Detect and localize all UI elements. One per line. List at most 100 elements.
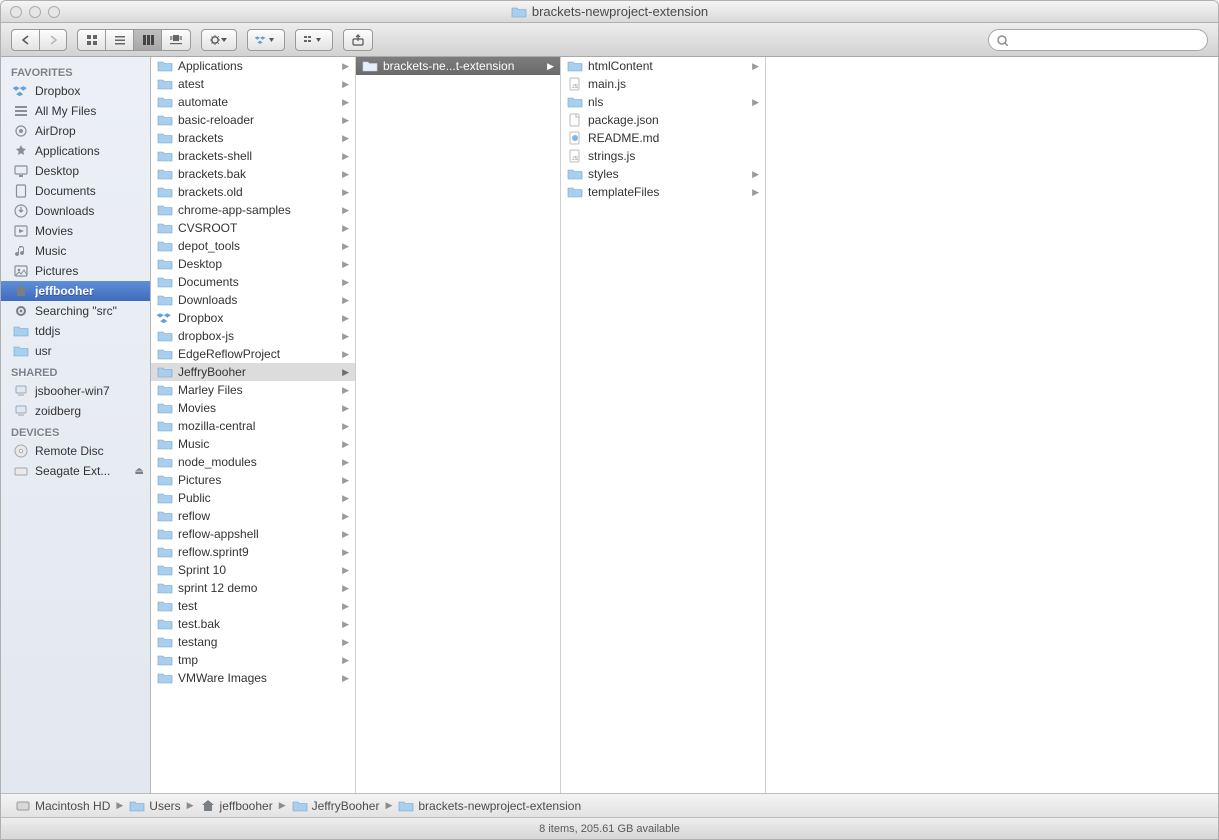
back-button[interactable] (11, 29, 39, 51)
file-row[interactable]: Movies▶ (151, 399, 355, 417)
sidebar-item[interactable]: Seagate Ext...⏏ (1, 461, 150, 481)
file-row[interactable]: reflow▶ (151, 507, 355, 525)
path-item[interactable]: jeffbooher (200, 798, 273, 814)
file-row[interactable]: atest▶ (151, 75, 355, 93)
file-row[interactable]: reflow-appshell▶ (151, 525, 355, 543)
sidebar-item[interactable]: AirDrop (1, 121, 150, 141)
file-row[interactable]: Downloads▶ (151, 291, 355, 309)
file-row[interactable]: brackets▶ (151, 129, 355, 147)
sidebar-item[interactable]: Downloads (1, 201, 150, 221)
titlebar: brackets-newproject-extension (1, 1, 1218, 23)
forward-button[interactable] (39, 29, 67, 51)
file-row[interactable]: testang▶ (151, 633, 355, 651)
search-input[interactable] (988, 29, 1208, 51)
home-icon (200, 798, 216, 814)
file-row[interactable]: dropbox-js▶ (151, 327, 355, 345)
file-row[interactable]: brackets.bak▶ (151, 165, 355, 183)
path-item[interactable]: Users (129, 798, 180, 814)
file-row[interactable]: node_modules▶ (151, 453, 355, 471)
status-bar: 8 items, 205.61 GB available (1, 817, 1218, 839)
file-row[interactable]: test.bak▶ (151, 615, 355, 633)
sidebar-item[interactable]: Remote Disc (1, 441, 150, 461)
sidebar-item[interactable]: Desktop (1, 161, 150, 181)
file-row[interactable]: Dropbox▶ (151, 309, 355, 327)
path-label: Users (149, 799, 180, 813)
zoom-button[interactable] (48, 6, 60, 18)
chevron-right-icon: ▶ (342, 187, 351, 198)
file-row[interactable]: basic-reloader▶ (151, 111, 355, 129)
sidebar-item[interactable]: usr (1, 341, 150, 361)
action-menu-button[interactable] (201, 29, 237, 51)
file-row[interactable]: styles▶ (561, 165, 765, 183)
file-row[interactable]: chrome-app-samples▶ (151, 201, 355, 219)
file-row[interactable]: automate▶ (151, 93, 355, 111)
file-row[interactable]: depot_tools▶ (151, 237, 355, 255)
file-row[interactable]: Pictures▶ (151, 471, 355, 489)
file-row[interactable]: templateFiles▶ (561, 183, 765, 201)
sidebar-item-label: Movies (35, 224, 144, 238)
chevron-right-icon: ▶ (342, 403, 351, 414)
sidebar-item-label: jeffbooher (35, 284, 144, 298)
view-icon-button[interactable] (77, 29, 105, 51)
sidebar-item[interactable]: Documents (1, 181, 150, 201)
gear-icon (13, 303, 29, 319)
sidebar-item[interactable]: Dropbox (1, 81, 150, 101)
search-field[interactable] (988, 29, 1208, 51)
file-row[interactable]: nls▶ (561, 93, 765, 111)
file-row[interactable]: Public▶ (151, 489, 355, 507)
file-row[interactable]: CVSROOT▶ (151, 219, 355, 237)
path-item[interactable]: JeffryBooher (292, 798, 380, 814)
file-row[interactable]: tmp▶ (151, 651, 355, 669)
path-item[interactable]: Macintosh HD (15, 798, 110, 814)
view-list-button[interactable] (105, 29, 133, 51)
file-row[interactable]: mozilla-central▶ (151, 417, 355, 435)
file-label: basic-reloader (178, 113, 337, 127)
music-icon (13, 243, 29, 259)
file-row[interactable]: EdgeReflowProject▶ (151, 345, 355, 363)
minimize-button[interactable] (29, 6, 41, 18)
sidebar-item[interactable]: All My Files (1, 101, 150, 121)
file-row[interactable]: sprint 12 demo▶ (151, 579, 355, 597)
path-label: brackets-newproject-extension (418, 799, 581, 813)
sidebar-item[interactable]: tddjs (1, 321, 150, 341)
sidebar-item[interactable]: Searching "src" (1, 301, 150, 321)
file-row[interactable]: strings.js (561, 147, 765, 165)
file-row[interactable]: htmlContent▶ (561, 57, 765, 75)
share-button[interactable] (343, 29, 373, 51)
chevron-right-icon: ▶ (342, 151, 351, 162)
file-row[interactable]: Sprint 10▶ (151, 561, 355, 579)
file-row[interactable]: Music▶ (151, 435, 355, 453)
file-row[interactable]: brackets-shell▶ (151, 147, 355, 165)
eject-icon[interactable]: ⏏ (135, 466, 144, 477)
file-row[interactable]: Applications▶ (151, 57, 355, 75)
file-row[interactable]: JeffryBooher▶ (151, 363, 355, 381)
file-row[interactable]: reflow.sprint9▶ (151, 543, 355, 561)
file-row[interactable]: package.json (561, 111, 765, 129)
file-row[interactable]: VMWare Images▶ (151, 669, 355, 687)
sidebar-item[interactable]: zoidberg (1, 401, 150, 421)
sidebar-item[interactable]: Applications (1, 141, 150, 161)
sidebar-item[interactable]: Music (1, 241, 150, 261)
folder-icon (157, 184, 173, 200)
dropbox-menu-button[interactable] (247, 29, 285, 51)
sidebar-section-header: DEVICES (1, 421, 150, 441)
view-coverflow-button[interactable] (161, 29, 191, 51)
sidebar-item[interactable]: Pictures (1, 261, 150, 281)
sidebar-item[interactable]: jsbooher-win7 (1, 381, 150, 401)
close-button[interactable] (10, 6, 22, 18)
chevron-right-icon: ▶ (342, 97, 351, 108)
file-row[interactable]: test▶ (151, 597, 355, 615)
file-row[interactable]: main.js (561, 75, 765, 93)
view-column-button[interactable] (133, 29, 161, 51)
file-row[interactable]: brackets.old▶ (151, 183, 355, 201)
file-row[interactable]: README.md (561, 129, 765, 147)
file-row[interactable]: brackets-ne...t-extension▶ (356, 57, 560, 75)
chevron-right-icon: ▶ (752, 97, 761, 108)
file-row[interactable]: Desktop▶ (151, 255, 355, 273)
sidebar-item[interactable]: jeffbooher (1, 281, 150, 301)
path-item[interactable]: brackets-newproject-extension (398, 798, 581, 814)
arrange-menu-button[interactable] (295, 29, 333, 51)
sidebar-item[interactable]: Movies (1, 221, 150, 241)
file-row[interactable]: Documents▶ (151, 273, 355, 291)
file-row[interactable]: Marley Files▶ (151, 381, 355, 399)
